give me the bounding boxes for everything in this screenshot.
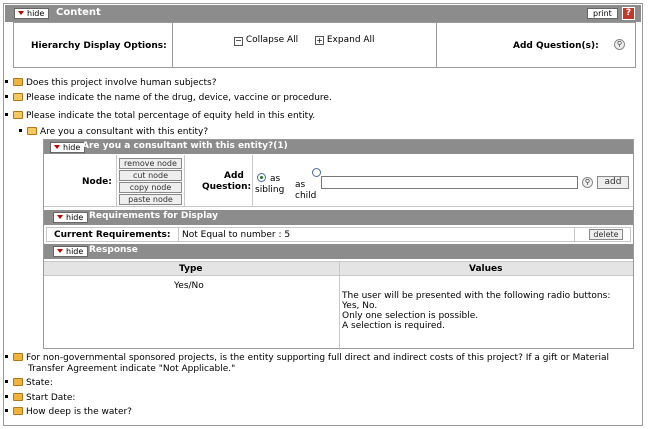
response-values-line1: The user will be presented with the foll… xyxy=(342,291,611,301)
as-sibling-label-line2: sibling xyxy=(255,185,285,195)
tree-node-q2[interactable]: Please indicate the name of the drug, de… xyxy=(5,93,332,103)
as-sibling-radio[interactable] xyxy=(257,173,266,182)
content-hide-button[interactable]: hide xyxy=(14,8,50,19)
folder-icon xyxy=(13,378,23,386)
add-question-input[interactable] xyxy=(321,176,578,189)
response-bar: hide Response xyxy=(44,244,633,259)
response-values-line2: Yes, No. xyxy=(342,301,378,311)
triangle-down-icon xyxy=(57,249,63,253)
delete-button[interactable]: delete xyxy=(589,229,623,240)
print-button[interactable]: print xyxy=(587,8,618,19)
cut-node-button[interactable]: cut node xyxy=(119,170,182,181)
plus-box-icon: + xyxy=(315,36,324,45)
tree-node-q1[interactable]: Does this project involve human subjects… xyxy=(5,78,217,88)
consultant-panel-title: Are you a consultant with this entity?(1… xyxy=(82,141,288,151)
help-icon[interactable]: ? xyxy=(622,7,635,20)
add-button[interactable]: add xyxy=(597,176,629,189)
folder-icon xyxy=(13,407,23,415)
search-icon[interactable]: ⚲ xyxy=(582,177,593,188)
hierarchy-options-row: Hierarchy Display Options: − Collapse Al… xyxy=(13,22,636,68)
requirements-title: Requirements for Display xyxy=(89,211,218,221)
consultant-panel-bar: hide Are you a consultant with this enti… xyxy=(44,140,633,154)
node-label: Node: xyxy=(82,177,112,187)
current-requirements-value: Not Equal to number : 5 xyxy=(182,230,291,240)
response-type-value: Yes/No xyxy=(174,281,204,291)
folder-open-icon xyxy=(27,127,37,135)
current-requirements-row: Current Requirements: Not Equal to numbe… xyxy=(46,227,631,242)
add-questions-label: Add Question(s): xyxy=(513,41,599,51)
as-child-radio[interactable] xyxy=(311,168,321,177)
tree-node-q7[interactable]: Start Date: xyxy=(5,393,75,403)
folder-open-icon xyxy=(13,93,23,101)
folder-icon xyxy=(13,78,23,86)
response-title: Response xyxy=(89,245,138,255)
remove-node-button[interactable]: remove node xyxy=(119,158,182,169)
hierarchy-display-options-label: Hierarchy Display Options: xyxy=(31,41,167,51)
content-header-bar: hide Content print ? xyxy=(5,5,641,22)
tree-node-q3[interactable]: Please indicate the total percentage of … xyxy=(5,111,315,121)
type-column-header: Type xyxy=(179,264,203,274)
folder-open-icon xyxy=(13,111,23,119)
add-questions-search-icon[interactable]: ⚲ xyxy=(614,39,625,50)
requirements-hide-button[interactable]: hide xyxy=(53,212,89,223)
tree-node-q4[interactable]: Are you a consultant with this entity? xyxy=(19,127,208,137)
triangle-down-icon xyxy=(54,145,60,149)
values-column-header: Values xyxy=(469,264,503,274)
response-hide-button[interactable]: hide xyxy=(53,246,89,257)
tree-node-q6[interactable]: State: xyxy=(5,378,53,388)
consultant-hide-button[interactable]: hide xyxy=(50,142,86,153)
expand-all-link[interactable]: + Expand All xyxy=(315,35,375,45)
collapse-all-link[interactable]: − Collapse All xyxy=(234,35,298,46)
current-requirements-label: Current Requirements: xyxy=(54,230,171,240)
minus-box-icon: − xyxy=(234,36,243,46)
consultant-panel: hide Are you a consultant with this enti… xyxy=(43,139,634,350)
requirements-bar: hide Requirements for Display xyxy=(44,210,633,225)
tree-node-q8[interactable]: How deep is the water? xyxy=(5,407,132,417)
response-values-line3: Only one selection is possible. xyxy=(342,311,479,321)
tree-node-q5[interactable]: For non-governmental sponsored projects,… xyxy=(5,353,640,375)
node-actions-row: Node: remove node cut node copy node pas… xyxy=(44,155,633,207)
folder-icon xyxy=(13,393,23,401)
response-values-line4: A selection is required. xyxy=(342,321,445,331)
as-sibling-label-line1: as xyxy=(270,174,281,184)
paste-node-button[interactable]: paste node xyxy=(119,194,182,205)
content-title: Content xyxy=(56,7,101,18)
response-table: Type Values Yes/No The user will be pres… xyxy=(44,261,633,350)
as-child-label-line2: child xyxy=(295,191,317,201)
as-child-label-line1: as xyxy=(295,180,306,190)
copy-node-button[interactable]: copy node xyxy=(119,182,182,193)
add-question-label-line1: Add xyxy=(224,171,244,181)
triangle-down-icon xyxy=(18,11,24,15)
folder-icon xyxy=(13,353,23,361)
triangle-down-icon xyxy=(57,215,63,219)
add-question-label-line2: Question: xyxy=(202,182,252,192)
